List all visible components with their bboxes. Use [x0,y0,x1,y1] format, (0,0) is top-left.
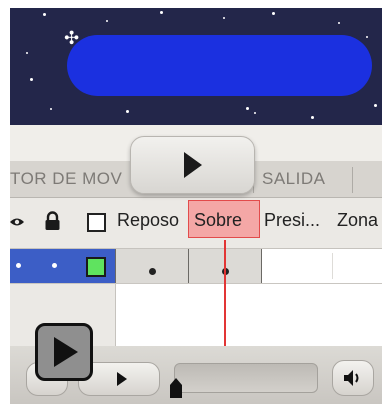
star [311,116,314,119]
tab-output[interactable]: SALIDA [262,161,348,197]
play-overlay-button[interactable] [35,323,93,381]
column-zona[interactable]: Zona [337,210,382,231]
outline-icon[interactable] [87,213,106,232]
star [272,12,275,15]
preview-play-button[interactable] [130,136,255,194]
cell-divider [332,253,333,279]
scrub-track[interactable] [174,363,318,393]
column-presionado[interactable]: Presi... [264,210,330,231]
tab-motion-editor[interactable]: TOR DE MOV [10,161,128,197]
star [160,11,163,14]
speaker-icon [344,370,359,386]
star [26,52,28,54]
play-icon [184,152,202,178]
layer-row-selected[interactable] [10,249,115,283]
star [50,108,52,110]
star [374,104,377,107]
animation-editor-window: ✣ TOR DE MOV SALIDA Reposo Sobre Presi..… [10,8,382,404]
star [106,20,108,22]
playhead-line[interactable] [224,240,226,346]
lock-dot[interactable] [52,263,57,268]
volume-button[interactable] [332,360,374,396]
tab-divider [352,167,353,193]
blue-rounded-shape[interactable] [67,35,372,96]
layer-row[interactable] [10,249,382,284]
eye-icon[interactable] [10,216,24,228]
scrub-thumb[interactable] [170,378,182,398]
timeline-header: Reposo Sobre Presi... Zona [10,198,382,249]
play-icon [117,372,127,386]
lock-icon[interactable] [45,211,60,231]
keyframe-dot [149,268,156,275]
column-sobre[interactable]: Sobre [194,210,260,231]
keyframe-cell-reposo[interactable] [115,249,189,283]
star [254,112,256,114]
star [366,36,368,38]
star [30,78,33,81]
column-reposo[interactable]: Reposo [117,210,187,231]
visibility-dot[interactable] [16,263,21,268]
star [246,107,249,110]
stage-preview: ✣ [10,8,382,125]
layer-color-swatch[interactable] [86,257,106,277]
star [43,13,46,16]
star [126,110,129,113]
play-icon [54,337,78,367]
star [223,17,225,19]
star [338,22,340,24]
